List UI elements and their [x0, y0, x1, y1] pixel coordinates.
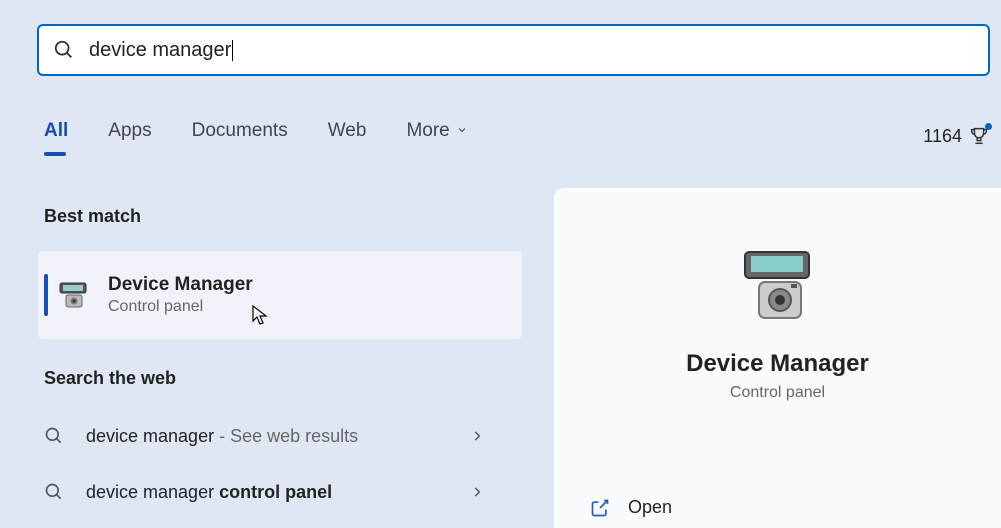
open-action[interactable]: Open — [554, 497, 672, 518]
best-match-subtitle: Control panel — [108, 298, 253, 316]
open-external-icon — [590, 498, 610, 518]
search-input[interactable]: device manager — [89, 39, 231, 62]
tab-more[interactable]: More — [406, 120, 467, 152]
tab-documents[interactable]: Documents — [192, 120, 288, 152]
trophy-icon — [968, 125, 990, 147]
tab-all[interactable]: All — [44, 120, 68, 152]
selection-indicator — [44, 274, 48, 316]
search-icon — [53, 39, 75, 61]
search-icon — [44, 426, 64, 446]
web-suggestion-2[interactable]: device manager control panel — [44, 470, 484, 514]
tab-web[interactable]: Web — [328, 120, 367, 152]
chevron-right-icon — [470, 485, 484, 499]
rewards-points[interactable]: 1164 — [923, 125, 990, 147]
filter-tabs: All Apps Documents Web More 1164 — [44, 120, 990, 152]
preview-subtitle: Control panel — [554, 384, 1001, 402]
tab-apps[interactable]: Apps — [108, 120, 151, 152]
chevron-right-icon — [470, 429, 484, 443]
device-manager-large-icon — [733, 246, 823, 326]
web-suggestion-1[interactable]: device manager - See web results — [44, 414, 484, 458]
preview-pane: Device Manager Control panel — [554, 188, 1001, 528]
chevron-down-icon — [456, 124, 468, 136]
section-search-web: Search the web — [44, 368, 176, 389]
best-match-result[interactable]: Device Manager Control panel — [37, 250, 523, 340]
section-best-match: Best match — [44, 206, 141, 227]
best-match-title: Device Manager — [108, 274, 253, 296]
preview-title: Device Manager — [554, 350, 1001, 378]
open-label: Open — [628, 497, 672, 518]
device-manager-icon — [58, 279, 90, 311]
search-icon — [44, 482, 64, 502]
search-bar[interactable]: device manager — [37, 24, 990, 76]
